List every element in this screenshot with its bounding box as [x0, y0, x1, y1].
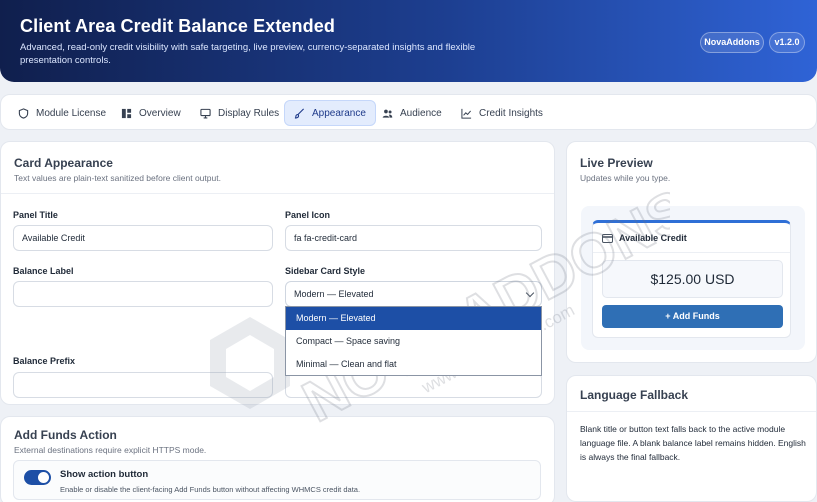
language-fallback-title: Language Fallback — [580, 388, 689, 402]
show-action-toggle[interactable] — [24, 470, 51, 485]
credit-card-icon — [602, 234, 613, 243]
tab-label: Credit Insights — [479, 107, 543, 119]
panel-title-label: Panel Title — [13, 210, 58, 220]
language-fallback-panel: Language Fallback Blank title or button … — [566, 375, 817, 502]
panel-icon-input[interactable] — [285, 225, 542, 251]
shield-icon — [18, 107, 29, 119]
brand-badge: NovaAddons — [700, 32, 764, 53]
preview-credit-card: Available Credit $125.00 USD + Add Funds — [592, 220, 791, 338]
dropdown-option[interactable]: Compact — Space saving — [286, 330, 541, 353]
tab-audience[interactable]: Audience — [373, 100, 451, 126]
brush-icon — [294, 108, 305, 119]
dropdown-option[interactable]: Modern — Elevated — [286, 307, 541, 330]
page-subtitle: Advanced, read-only credit visibility wi… — [20, 42, 476, 66]
balance-label-label: Balance Label — [13, 266, 74, 276]
grid-icon — [121, 108, 132, 118]
tab-label: Appearance — [312, 107, 366, 119]
card-appearance-subtitle: Text values are plain-text sanitized bef… — [14, 173, 221, 183]
live-preview-subtitle: Updates while you type. — [580, 173, 671, 183]
divider — [1, 193, 554, 194]
show-action-row: Show action button Enable or disable the… — [13, 460, 541, 500]
divider — [593, 252, 790, 253]
tab-label: Module License — [36, 107, 107, 119]
sidebar-style-dropdown: Modern — Elevated Compact — Space saving… — [285, 306, 542, 376]
version-badge: v1.2.0 — [769, 32, 805, 53]
page-title: Client Area Credit Balance Extended — [20, 16, 335, 36]
show-action-desc: Enable or disable the client-facing Add … — [60, 485, 361, 494]
live-preview-title: Live Preview — [580, 156, 653, 170]
tab-module-license[interactable]: Module License — [9, 100, 115, 126]
users-icon — [382, 109, 393, 118]
add-funds-subtitle: External destinations require explicit H… — [14, 445, 207, 455]
add-funds-button[interactable]: + Add Funds — [602, 305, 783, 328]
divider — [567, 411, 816, 412]
panel-title-input[interactable] — [13, 225, 273, 251]
sidebar-style-value: Modern — Elevated — [294, 289, 374, 299]
page-header: Client Area Credit Balance Extended Adva… — [0, 0, 817, 82]
tab-display-rules[interactable]: Display Rules — [191, 100, 288, 126]
monitor-icon — [200, 108, 211, 118]
tab-label: Audience — [400, 107, 442, 119]
tab-label: Display Rules — [218, 107, 280, 119]
tab-overview[interactable]: Overview — [112, 100, 190, 126]
panel-icon-label: Panel Icon — [285, 210, 331, 220]
preview-amount: $125.00 USD — [602, 260, 783, 298]
chevron-down-icon — [525, 288, 535, 298]
language-fallback-text: Blank title or button text falls back to… — [580, 424, 806, 462]
show-action-label: Show action button — [60, 469, 149, 480]
chart-icon — [461, 108, 472, 119]
tab-label: Overview — [139, 107, 181, 119]
balance-label-input[interactable] — [13, 281, 273, 307]
sidebar-style-label: Sidebar Card Style — [285, 266, 366, 276]
tab-bar: Module License Overview Display Rules Ap… — [0, 94, 817, 130]
tab-appearance[interactable]: Appearance — [284, 100, 376, 126]
add-funds-title: Add Funds Action — [14, 428, 117, 442]
preview-card-title: Available Credit — [619, 233, 687, 243]
card-appearance-title: Card Appearance — [14, 156, 113, 170]
dropdown-option[interactable]: Minimal — Clean and flat — [286, 353, 541, 376]
balance-prefix-label: Balance Prefix — [13, 356, 76, 366]
sidebar-style-select[interactable]: Modern — Elevated — [285, 281, 542, 307]
tab-credit-insights[interactable]: Credit Insights — [452, 100, 552, 126]
balance-prefix-input[interactable] — [13, 372, 273, 398]
